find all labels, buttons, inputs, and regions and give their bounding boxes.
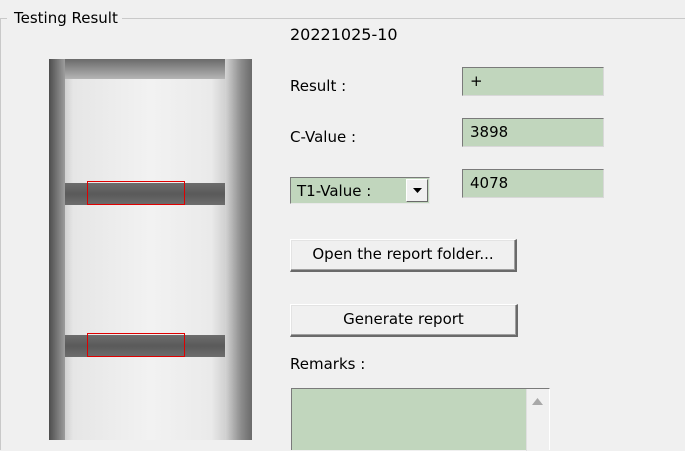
strip-top-shade [49,59,252,79]
sample-id: 20221025-10 [290,25,398,44]
combo-dropdown-button[interactable] [406,179,428,202]
generate-report-button[interactable]: Generate report [290,304,518,337]
chevron-down-icon [412,188,422,193]
c-value-field[interactable]: 3898 [462,118,604,147]
result-label: Result : [290,77,347,95]
remarks-scrollbar[interactable] [526,389,549,451]
t-value-select[interactable]: T1-Value : [290,177,430,204]
groupbox-title: Testing Result [7,9,122,27]
t-value-select-text: T1-Value : [297,182,372,200]
remarks-label: Remarks : [290,355,366,373]
control-line-roi-box [87,181,185,205]
result-value-field[interactable]: + [462,67,604,96]
groupbox-border-left [0,18,1,450]
c-value-label: C-Value : [290,128,357,146]
remarks-textarea[interactable] [291,388,550,451]
strip-left-edge [49,59,65,440]
t-value-field[interactable]: 4078 [462,169,604,198]
scroll-up-arrow-icon[interactable] [532,398,543,405]
open-report-folder-button[interactable]: Open the report folder... [290,239,517,272]
test-line-roi-box [87,333,185,357]
strip-right-edge [225,59,252,440]
test-strip-image [49,59,252,440]
